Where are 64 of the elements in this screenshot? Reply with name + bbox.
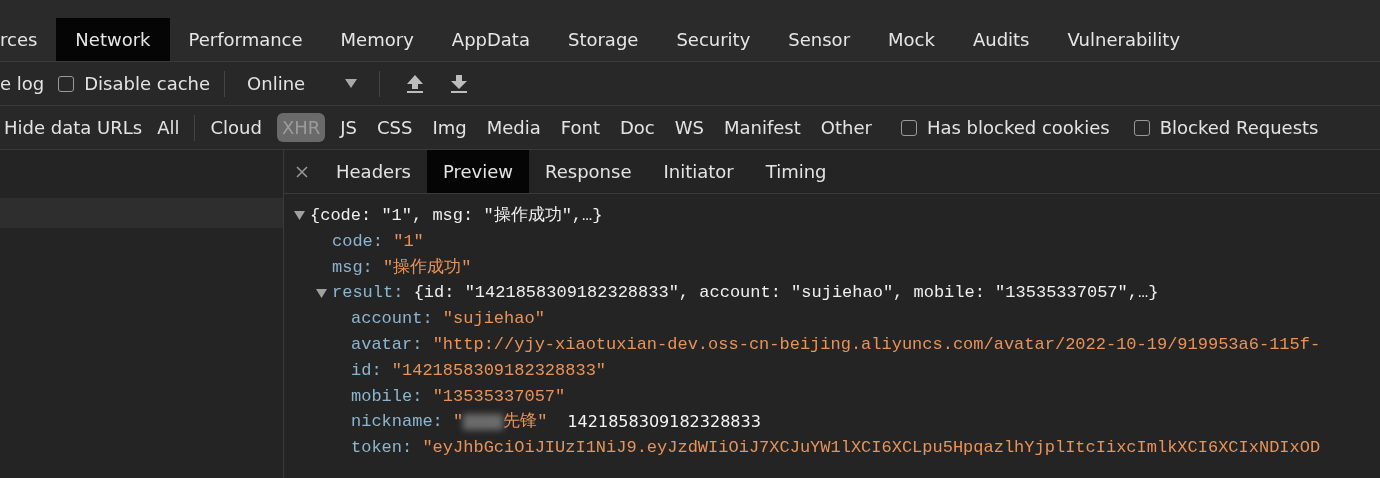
object-summary: {id: "1421858309182328833", account: "sujiehao", mobile: "13535337057",…}	[413, 282, 1159, 305]
checkbox-label[interactable]: Disable cache	[84, 73, 211, 94]
string-value: 先锋"	[503, 411, 548, 434]
hide-data-urls-label[interactable]: Hide data URLs	[4, 117, 143, 138]
checkbox[interactable]	[58, 75, 75, 92]
preserve-log-label[interactable]: e log	[0, 73, 45, 94]
type-filter[interactable]: Manifest	[718, 113, 806, 142]
checkbox-label[interactable]: Blocked Requests	[1159, 117, 1319, 138]
string-value: "eyJhbGciOiJIUzI1NiJ9.eyJzdWIiOiJ7XCJuYW1lXCI6XCLpu5HpqazlhYjplItcIixcImlkXCI6XCIxNDIxOD	[422, 437, 1321, 460]
detail-tab[interactable]: Response	[529, 150, 648, 193]
panel-tab[interactable]: Network	[56, 18, 170, 61]
detail-tab[interactable]: Headers	[320, 150, 427, 193]
blurred-text	[463, 414, 504, 431]
property-key: avatar:	[351, 332, 423, 358]
checkbox[interactable]	[900, 119, 917, 136]
panel-tab[interactable]: Mock	[869, 18, 954, 61]
type-filter[interactable]: WS	[669, 113, 709, 142]
type-filter[interactable]: Cloud	[205, 113, 267, 142]
caret-icon	[345, 79, 358, 88]
throttling-dropdown[interactable]: Online	[239, 73, 366, 94]
type-filter[interactable]: Media	[481, 113, 546, 142]
property-key: account:	[351, 306, 433, 332]
checkbox[interactable]	[1133, 119, 1150, 136]
panel-tab[interactable]: Sensor	[769, 18, 870, 61]
download-icon[interactable]	[450, 73, 469, 94]
string-value: "http://yjy-xiaotuxian-dev.oss-cn-beijing.aliyuncs.com/avatar/2022-10-19/919953a6-115f-	[432, 334, 1321, 356]
collapse-arrow-icon[interactable]	[316, 288, 327, 298]
string-value-start: "	[453, 411, 464, 434]
collapse-arrow-icon[interactable]	[294, 211, 305, 221]
close-icon[interactable]	[296, 165, 308, 178]
type-filter[interactable]: Doc	[614, 113, 660, 142]
property-key: mobile:	[351, 383, 423, 410]
string-value: "sujiehao"	[442, 308, 545, 331]
property-key: msg:	[332, 254, 373, 281]
property-key: result:	[332, 280, 404, 307]
type-filter[interactable]: Img	[427, 113, 472, 142]
string-value: "操作成功"	[383, 256, 472, 279]
string-value: "1"	[393, 230, 424, 253]
detail-tab[interactable]: Preview	[426, 150, 529, 193]
type-filter[interactable]: Font	[555, 113, 605, 142]
panel-tab[interactable]: AppData	[432, 18, 549, 61]
panel-tab[interactable]: Vulnerability	[1048, 18, 1200, 61]
checkbox-label[interactable]: Has blocked cookies	[926, 117, 1110, 138]
panel-tab[interactable]: Security	[657, 18, 770, 61]
detail-tab[interactable]: Initiator	[647, 150, 750, 193]
panel-tab[interactable]: Memory	[321, 18, 433, 61]
panel-tab[interactable]: Storage	[548, 18, 658, 61]
tooltip-text: 1421858309182328833	[567, 411, 761, 434]
type-filter[interactable]: JS	[335, 113, 362, 142]
property-key: token:	[351, 435, 413, 461]
object-summary: {code: "1", msg: "操作成功",…}	[310, 205, 603, 227]
type-filter[interactable]: All	[152, 113, 185, 142]
property-key: code:	[332, 228, 383, 255]
property-key: id:	[351, 357, 382, 384]
type-filter[interactable]: Other	[815, 113, 877, 142]
upload-icon[interactable]	[406, 73, 425, 94]
type-filter[interactable]: CSS	[372, 113, 418, 142]
string-value: "13535337057"	[432, 385, 566, 408]
panel-tab[interactable]: Performance	[169, 18, 322, 61]
detail-tab[interactable]: Timing	[749, 150, 843, 193]
panel-tab[interactable]: rces	[0, 18, 57, 61]
property-key: nickname:	[351, 409, 443, 436]
panel-tab[interactable]: Audits	[953, 18, 1049, 61]
string-value: "1421858309182328833"	[391, 359, 607, 382]
